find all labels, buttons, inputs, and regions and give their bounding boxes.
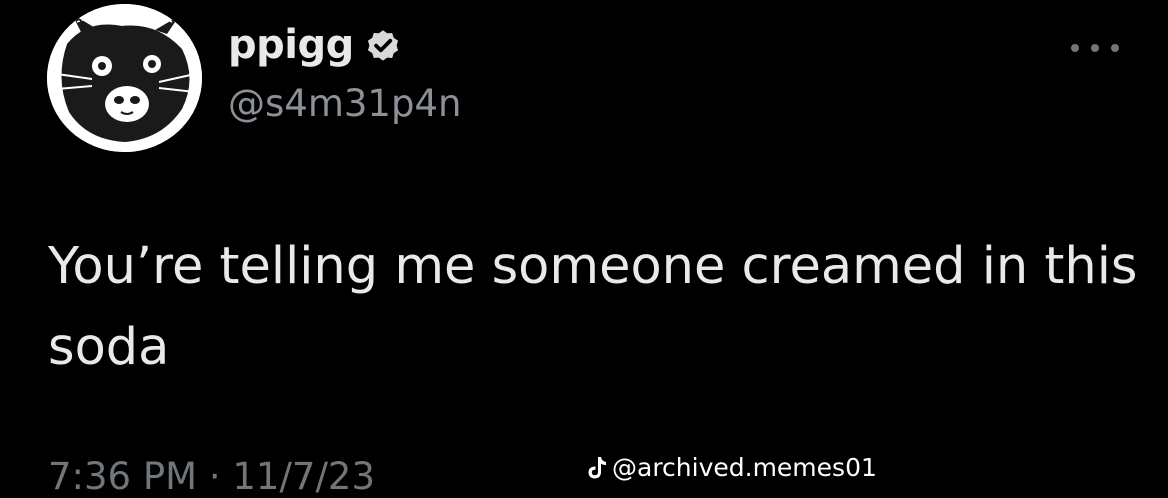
- more-horizontal-icon: [1071, 44, 1079, 52]
- tweet-text: You’re telling me someone creamed in thi…: [48, 237, 1138, 377]
- tiktok-icon: [588, 456, 606, 478]
- avatar-image: [47, 4, 202, 152]
- user-handle[interactable]: @s4m31p4n: [228, 82, 461, 125]
- avatar[interactable]: [47, 4, 202, 152]
- tweet-timestamp[interactable]: 7:36 PM · 11/7/23: [48, 455, 375, 498]
- verified-badge-icon: [367, 30, 398, 61]
- more-horizontal-icon-dot: [1091, 44, 1099, 52]
- more-options-button[interactable]: [1071, 36, 1119, 60]
- tweet-card: ppigg @s4m31p4n You’re telling me someon…: [0, 0, 1168, 498]
- display-name[interactable]: ppigg: [228, 22, 354, 68]
- watermark: @archived.memes01: [586, 453, 877, 482]
- watermark-text: @archived.memes01: [612, 453, 877, 482]
- more-horizontal-icon-dot: [1111, 44, 1119, 52]
- user-name-row: ppigg: [228, 22, 402, 68]
